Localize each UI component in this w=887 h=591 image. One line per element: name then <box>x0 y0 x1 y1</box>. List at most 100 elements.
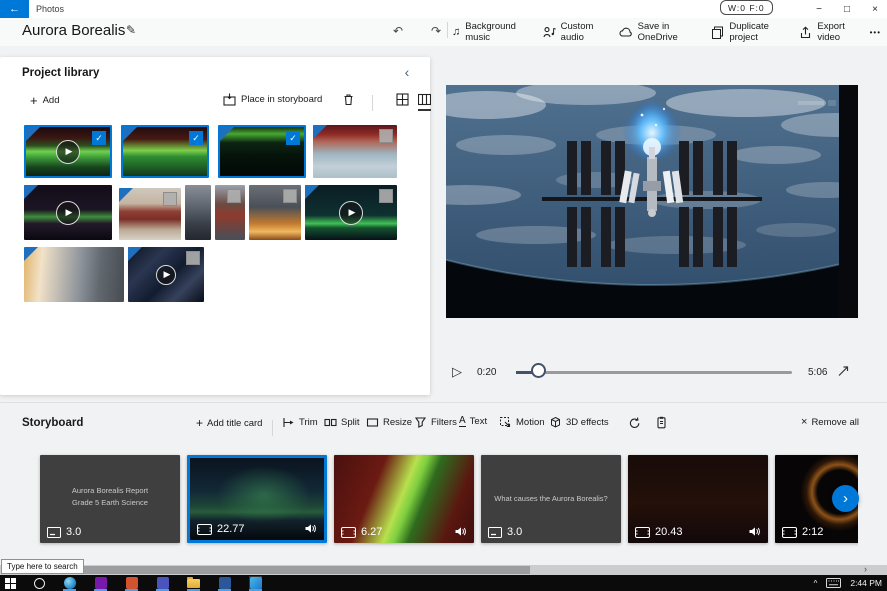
taskbar-app-photos[interactable] <box>249 576 262 591</box>
seek-thumb[interactable] <box>531 363 546 378</box>
checkbox-unchecked[interactable] <box>283 189 297 203</box>
clipboard-button[interactable] <box>655 416 668 429</box>
checkbox-unchecked[interactable] <box>379 189 393 203</box>
titlebar: ← Photos W:0 F:0 − □ × <box>0 0 887 18</box>
library-thumb-12[interactable]: ▶ <box>128 247 204 302</box>
rename-project-button[interactable]: ✎ <box>126 23 136 37</box>
preview-frame-earth-iss <box>446 85 858 318</box>
library-thumb-1[interactable]: ▶ ✓ <box>24 125 112 178</box>
more-icon: ••• <box>870 28 881 37</box>
add-title-card-button[interactable]: + Add title card <box>196 416 262 430</box>
clock[interactable]: 2:44 PM <box>850 578 882 588</box>
storyboard-header: Storyboard + Add title card Trim Split R… <box>0 403 887 441</box>
checkbox-unchecked[interactable] <box>163 192 177 206</box>
back-button[interactable]: ← <box>0 0 29 18</box>
grid-small-button[interactable] <box>396 93 409 106</box>
motion-label: Motion <box>516 417 545 428</box>
effects-3d-button[interactable]: 3D effects <box>549 416 609 429</box>
split-button[interactable]: Split <box>324 416 359 429</box>
export-video-button[interactable]: Export video <box>799 21 869 43</box>
checkbox-unchecked[interactable] <box>186 251 200 265</box>
storyboard-clip-1[interactable]: Aurora Borealis Report Grade 5 Earth Sci… <box>40 455 180 543</box>
grid-large-button[interactable] <box>418 93 431 111</box>
taskbar-app-powerpoint[interactable] <box>125 576 138 591</box>
play-button[interactable]: ▷ <box>452 364 462 380</box>
checkbox-checked[interactable]: ✓ <box>189 131 203 145</box>
storyboard-clip-5[interactable]: 20.43 <box>628 455 768 543</box>
library-thumb-9[interactable] <box>249 185 301 240</box>
storyboard-clip-2[interactable]: 22.77 <box>187 455 327 543</box>
speaker-icon[interactable] <box>454 526 467 537</box>
remove-all-button[interactable]: × Remove all <box>801 416 859 428</box>
taskbar-app-onenote[interactable] <box>94 576 107 591</box>
save-onedrive-button[interactable]: Save in OneDrive <box>619 21 712 43</box>
more-options-button[interactable]: ••• <box>870 28 881 37</box>
filters-label: Filters <box>431 417 457 428</box>
maximize-button[interactable]: □ <box>836 1 858 17</box>
cortana-button[interactable] <box>34 578 45 589</box>
taskbar-app-file-explorer[interactable] <box>187 576 200 591</box>
resize-button[interactable]: Resize <box>366 416 412 429</box>
duplicate-project-button[interactable]: Duplicate project <box>711 21 799 43</box>
fullscreen-button[interactable] <box>836 364 850 378</box>
taskbar-app-teams[interactable] <box>156 576 169 591</box>
library-thumb-4[interactable] <box>313 125 397 178</box>
collapse-panel-button[interactable]: ‹ <box>398 63 416 81</box>
filters-button[interactable]: Filters <box>414 416 457 429</box>
touch-keyboard-icon[interactable] <box>826 578 841 588</box>
windows-logo-icon <box>5 578 16 589</box>
library-thumb-2[interactable]: ✓ <box>121 125 209 178</box>
undo-button[interactable]: ↶ <box>393 24 403 38</box>
video-corner-icon <box>123 127 137 141</box>
clip-duration: 3.0 <box>47 526 81 538</box>
add-button[interactable]: + Add <box>30 93 60 108</box>
minimize-button[interactable]: − <box>808 1 830 17</box>
add-icon: + <box>196 416 203 430</box>
checkbox-unchecked[interactable] <box>227 189 241 203</box>
library-thumb-8[interactable] <box>215 185 245 240</box>
resize-label: Resize <box>383 417 412 428</box>
checkbox-checked[interactable]: ✓ <box>286 131 300 145</box>
library-thumb-11[interactable] <box>24 247 124 302</box>
tray-chevron-icon[interactable]: ^ <box>814 579 818 588</box>
trim-label: Trim <box>299 417 318 428</box>
split-label: Split <box>341 417 359 428</box>
taskbar-app-mail[interactable] <box>218 576 231 591</box>
library-delete-button[interactable] <box>342 93 355 106</box>
custom-audio-label: Custom audio <box>561 21 619 43</box>
text-button[interactable]: A Text <box>459 416 487 427</box>
storyboard-clip-4[interactable]: What causes the Aurora Borealis? 3.0 <box>481 455 621 543</box>
edge-icon <box>64 577 76 589</box>
storyboard-clip-3[interactable]: 6.27 <box>334 455 474 543</box>
redo-button[interactable]: ↷ <box>431 24 441 38</box>
background-music-button[interactable]: ♫ Background music <box>452 21 543 43</box>
library-thumb-10[interactable]: ▶ <box>305 185 397 240</box>
title-card-icon <box>47 527 61 538</box>
speaker-icon[interactable] <box>748 526 761 537</box>
film-clip-icon <box>197 524 212 535</box>
checkbox-unchecked[interactable] <box>379 129 393 143</box>
library-thumb-7[interactable] <box>185 185 211 240</box>
checkbox-checked[interactable]: ✓ <box>92 131 106 145</box>
trim-button[interactable]: Trim <box>282 416 318 429</box>
add-label: Add <box>43 95 60 106</box>
speaker-icon[interactable] <box>304 523 317 534</box>
scroll-right-icon[interactable]: › <box>864 564 867 574</box>
title-card-text: Aurora Borealis Report Grade 5 Earth Sci… <box>40 485 180 509</box>
close-button[interactable]: × <box>864 1 886 17</box>
scrollbar-thumb[interactable] <box>37 566 530 574</box>
seek-slider[interactable] <box>516 371 792 374</box>
library-thumb-3[interactable]: ✓ <box>218 125 306 178</box>
start-button[interactable] <box>5 578 16 589</box>
video-corner-icon <box>26 127 40 141</box>
video-preview[interactable] <box>446 85 858 318</box>
custom-audio-button[interactable]: Custom audio <box>543 21 619 43</box>
motion-button[interactable]: Motion <box>499 416 545 429</box>
taskbar-app-edge[interactable] <box>63 576 76 591</box>
library-thumb-5[interactable]: ▶ <box>24 185 112 240</box>
place-in-storyboard-button[interactable]: Place in storyboard <box>223 93 322 106</box>
storyboard-next-button[interactable]: › <box>832 485 859 512</box>
rotate-button[interactable] <box>628 416 641 429</box>
horizontal-scrollbar[interactable]: › <box>0 565 887 575</box>
library-thumb-6[interactable] <box>119 188 181 240</box>
